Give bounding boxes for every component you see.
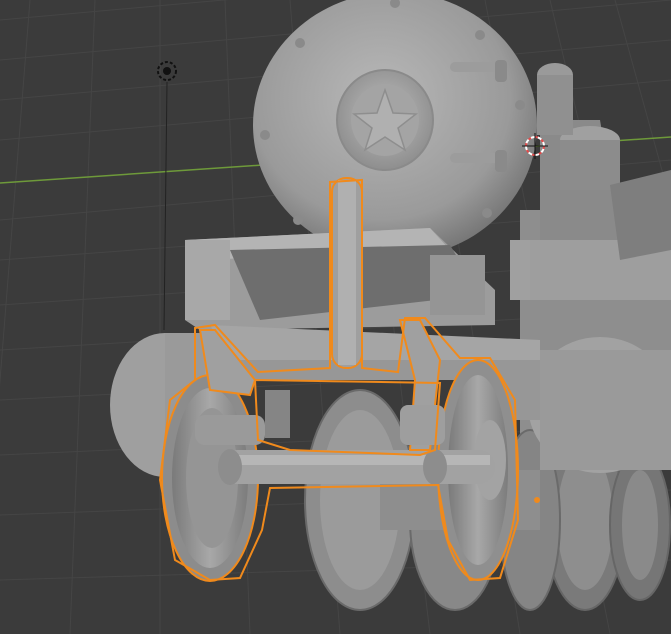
viewport-canvas[interactable] (0, 0, 671, 634)
3d-viewport[interactable] (0, 0, 671, 634)
boiler-front[interactable] (253, 0, 537, 258)
object-origin-dot (534, 497, 540, 503)
